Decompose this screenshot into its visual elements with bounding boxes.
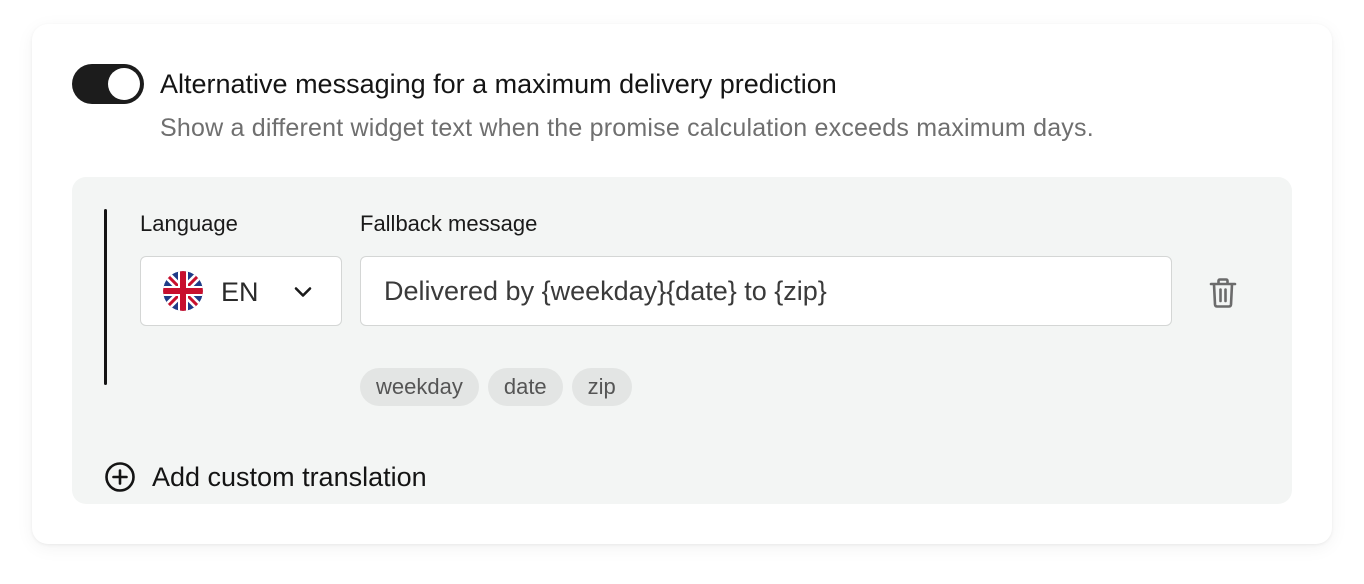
plus-circle-icon (105, 462, 135, 492)
settings-card: Alternative messaging for a maximum deli… (32, 24, 1332, 544)
add-custom-translation-label: Add custom translation (152, 462, 427, 492)
max-delivery-toggle[interactable] (72, 64, 144, 104)
language-label: Language (140, 211, 238, 236)
translation-panel: Language Fallback message EN Delivered b… (72, 177, 1292, 504)
setting-description: Show a different widget text when the pr… (160, 114, 1094, 142)
toggle-knob (108, 68, 140, 100)
variable-chips: weekday date zip (360, 368, 632, 406)
language-select[interactable]: EN (140, 256, 342, 326)
variable-chip-zip[interactable]: zip (571, 368, 632, 406)
setting-title: Alternative messaging for a maximum deli… (160, 69, 837, 99)
variable-chip-weekday[interactable]: weekday (360, 368, 479, 406)
variable-chip-date[interactable]: date (487, 368, 563, 406)
trash-icon[interactable] (1208, 277, 1238, 309)
fallback-message-input[interactable] (360, 256, 1172, 326)
language-value: EN (221, 277, 259, 307)
chevron-down-icon (294, 287, 312, 297)
uk-flag-icon (163, 271, 203, 311)
translation-row-indicator (104, 209, 107, 385)
fallback-message-label: Fallback message (360, 211, 538, 236)
